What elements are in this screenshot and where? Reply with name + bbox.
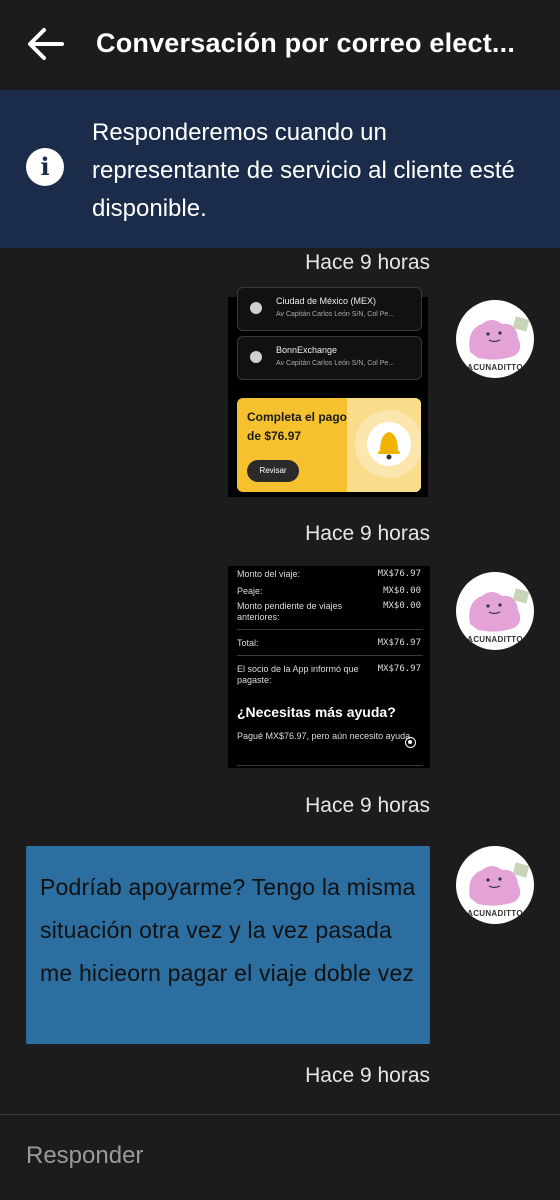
divider: [237, 655, 423, 656]
page-title: Conversación por correo elect...: [96, 28, 516, 58]
arrow-left-icon[interactable]: [24, 24, 68, 64]
location-card: Ciudad de México (MEX) Av Capitán Carlos…: [237, 287, 422, 331]
divider: [237, 765, 423, 766]
divider: [237, 629, 423, 630]
fare-label: Monto del viaje:: [237, 569, 301, 579]
radio-selected-icon: [405, 737, 416, 748]
avatar-label: ACUNADITTO: [467, 909, 523, 918]
airport-icon: [250, 302, 262, 314]
info-icon: i: [26, 148, 64, 186]
message-timestamp: Hace 9 horas: [305, 251, 430, 274]
back-button[interactable]: [24, 24, 68, 64]
avatar-label: ACUNADITTO: [467, 363, 523, 372]
message-timestamp: Hace 9 horas: [305, 522, 430, 545]
payment-title: Completa el pago de $76.97: [247, 410, 348, 443]
avatar: ACUNADITTO: [456, 300, 534, 378]
fare-value: MX$0.00: [383, 601, 421, 611]
fare-value: MX$0.00: [383, 586, 421, 596]
message-text: Podríab apoyarme? Tengo la misma situaci…: [40, 874, 416, 986]
reply-input[interactable]: [26, 1142, 526, 1170]
fare-label: El socio de la App informó que pagaste:: [237, 664, 359, 685]
fare-value: MX$76.97: [377, 569, 421, 579]
location-address: Av Capitán Carlos León S/N, Col Pe...: [276, 311, 395, 318]
fare-value: MX$76.97: [377, 664, 421, 674]
location-title: Ciudad de México (MEX): [276, 296, 377, 306]
message-timestamp: Hace 9 horas: [305, 1064, 430, 1087]
bell-illustration: [347, 398, 421, 492]
message-bubble: Podríab apoyarme? Tengo la misma situaci…: [26, 846, 430, 1044]
fare-label: Total:: [237, 638, 259, 648]
clock-icon: [250, 351, 262, 363]
location-card: BonnExchange Av Capitán Carlos León S/N,…: [237, 336, 422, 380]
payment-card: Completa el pago de $76.97 Revisar: [237, 398, 421, 492]
avatar-label: ACUNADITTO: [467, 635, 523, 644]
avatar: ACUNADITTO: [456, 572, 534, 650]
location-title: BonnExchange: [276, 345, 338, 355]
top-bar: Conversación por correo elect...: [0, 0, 560, 90]
location-address: Av Capitán Carlos León S/N, Col Pe...: [276, 360, 395, 367]
footer-divider: [0, 1114, 560, 1115]
bell-icon: [355, 410, 421, 478]
help-option: Pagué MX$76.97, pero aún necesito ayuda: [237, 731, 411, 741]
banner-text: Responderemos cuando un representante de…: [92, 119, 515, 222]
help-title: ¿Necesitas más ayuda?: [237, 704, 396, 720]
avatar: ACUNADITTO: [456, 846, 534, 924]
fare-label: Peaje:: [237, 586, 263, 596]
fare-value: MX$76.97: [377, 638, 421, 648]
review-button: Revisar: [247, 460, 299, 482]
message-timestamp: Hace 9 horas: [305, 794, 430, 817]
fare-label: Monto pendiente de viajes anteriores:: [237, 601, 343, 622]
